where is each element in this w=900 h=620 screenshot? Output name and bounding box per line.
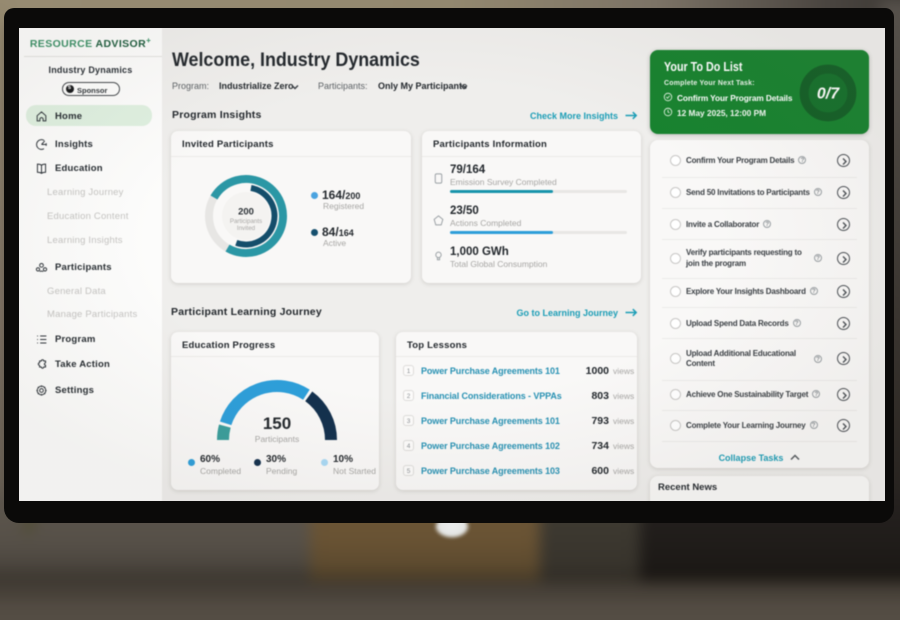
svg-text:Participants: Participants [230, 218, 262, 225]
svg-text:Invited: Invited [237, 225, 256, 232]
svg-text:0/7: 0/7 [817, 85, 840, 102]
svg-text:200: 200 [238, 207, 254, 218]
